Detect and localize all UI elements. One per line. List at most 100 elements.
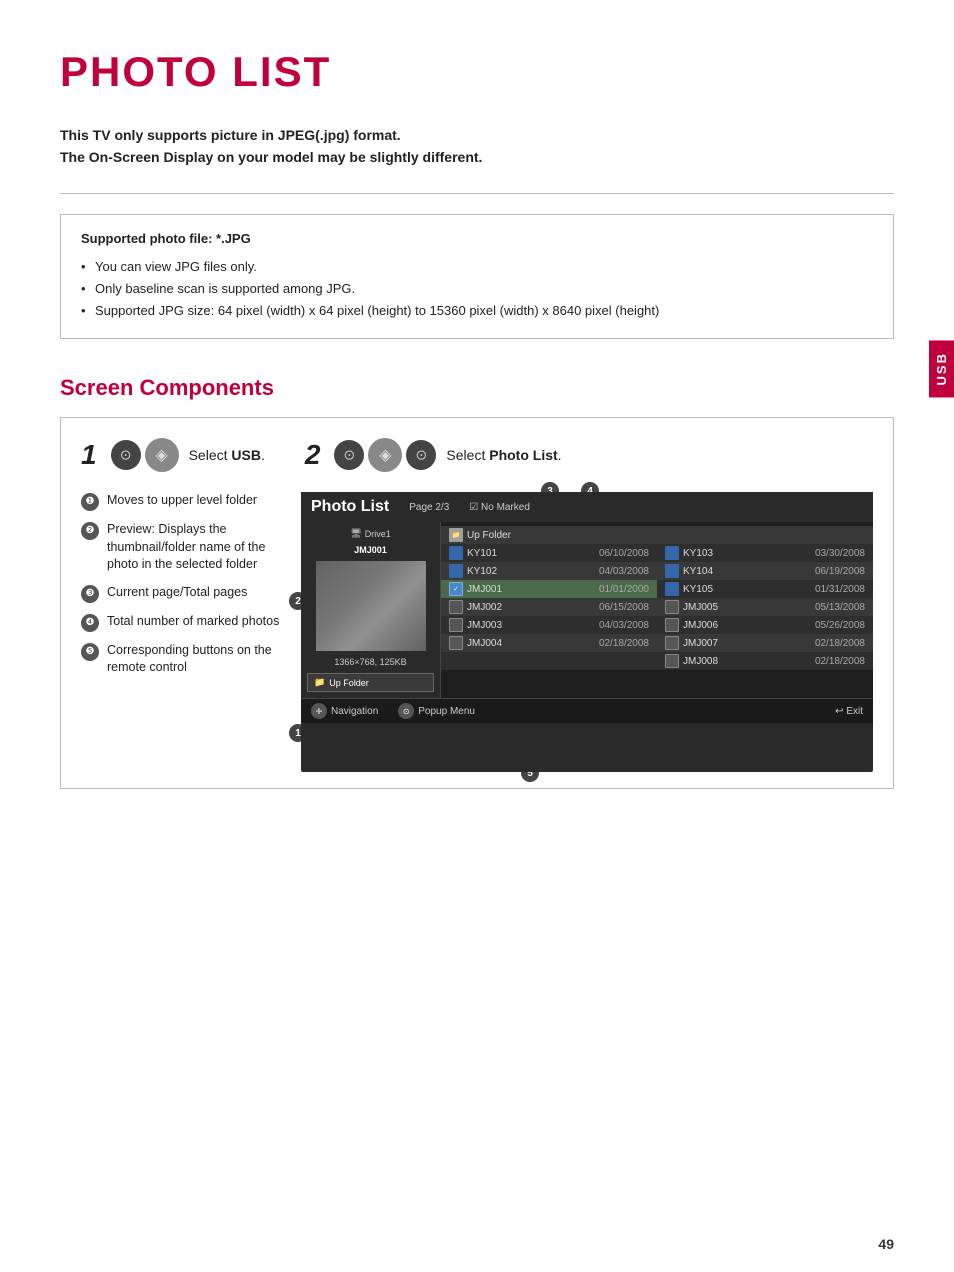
photo-list-header: Photo List Page 2/3 ☑ No Marked: [301, 492, 873, 522]
annotations: ❶ Moves to upper level folder ❷ Preview:…: [81, 492, 281, 772]
info-box-list: You can view JPG files only. Only baseli…: [81, 256, 873, 322]
image-icon-ky101: [449, 546, 463, 560]
date-ky103: 03/30/2008: [815, 548, 865, 559]
annotation-1: ❶ Moves to upper level folder: [81, 492, 281, 511]
file-row-jmj007[interactable]: JMJ007 02/18/2008: [657, 634, 873, 652]
date-jmj004: 02/18/2008: [599, 638, 649, 649]
menu-button[interactable]: [111, 440, 141, 470]
menu-button[interactable]: ⊙ Popup Menu: [398, 703, 475, 719]
date-jmj002: 06/15/2008: [599, 602, 649, 613]
preview-upfolder[interactable]: 📁 Up Folder: [307, 673, 434, 692]
file-row-jmj002[interactable]: JMJ002 06/15/2008: [441, 598, 657, 616]
date-jmj007: 02/18/2008: [815, 638, 865, 649]
file-row-jmj008[interactable]: JMJ008 02/18/2008: [657, 652, 873, 670]
image-icon-ky104: [665, 564, 679, 578]
menu-icon: ⊙: [398, 703, 414, 719]
check-icon-jmj001: ✓: [449, 582, 463, 596]
date-ky102: 04/03/2008: [599, 566, 649, 577]
instructions-row: 1 Select USB. 2 Select Photo List.: [81, 438, 873, 472]
filename-ky103: KY103: [683, 548, 811, 559]
date-ky105: 01/31/2008: [815, 584, 865, 595]
filename-jmj005: JMJ005: [683, 602, 811, 613]
file-list-panel: 📁 Up Folder KY101 06/10/2008: [441, 522, 873, 698]
filename-jmj007: JMJ007: [683, 638, 811, 649]
check-icon-jmj004: [449, 636, 463, 650]
step-2-block: 2 Select Photo List.: [305, 438, 562, 472]
tv-wrapper: 3 4 2 1 5 Photo List Page 2/3 ☑ No Marke…: [301, 492, 873, 772]
info-box: Supported photo file: *.JPG You can view…: [60, 214, 894, 339]
step-2-buttons: [334, 438, 436, 472]
image-icon-ky105: [665, 582, 679, 596]
enter-button-2[interactable]: [406, 440, 436, 470]
step-2-number: 2: [305, 439, 321, 471]
file-row-ky101[interactable]: KY101 06/10/2008: [441, 544, 657, 562]
page-title: PHOTO LIST: [60, 48, 894, 96]
annotation-circle-4: ❹: [81, 614, 99, 632]
preview-info: 1366×768, 125KB: [334, 657, 406, 667]
date-jmj006: 05/26/2008: [815, 620, 865, 631]
file-row-jmj006[interactable]: JMJ006 05/26/2008: [657, 616, 873, 634]
check-icon-jmj003: [449, 618, 463, 632]
photo-list-page: Page 2/3: [409, 502, 449, 513]
drive-info: 🖥 Drive1: [350, 528, 390, 539]
annotation-2: ❷ Preview: Displays the thumbnail/folder…: [81, 521, 281, 574]
file-row-upfolder[interactable]: 📁 Up Folder: [441, 526, 873, 544]
bottom-bar: ✛ Navigation ⊙ Popup Menu ↩ Exit: [301, 698, 873, 723]
check-icon-jmj008: [665, 654, 679, 668]
file-row-ky104[interactable]: KY104 06/19/2008: [657, 562, 873, 580]
filename-ky104: KY104: [683, 566, 811, 577]
annotation-text-3: Current page/Total pages: [107, 584, 247, 602]
step-1-label: Select USB.: [189, 447, 265, 463]
file-row-jmj004[interactable]: JMJ004 02/18/2008: [441, 634, 657, 652]
step-1-number: 1: [81, 439, 97, 471]
file-row-jmj005[interactable]: JMJ005 05/13/2008: [657, 598, 873, 616]
file-row-ky102[interactable]: KY102 04/03/2008: [441, 562, 657, 580]
date-jmj003: 04/03/2008: [599, 620, 649, 631]
subtitle-block: This TV only supports picture in JPEG(.j…: [60, 124, 894, 169]
filename-ky102: KY102: [467, 566, 595, 577]
check-icon-jmj002: [449, 600, 463, 614]
image-icon-ky102: [449, 564, 463, 578]
exit-label: Exit: [846, 706, 863, 717]
file-row-jmj001[interactable]: ✓ JMJ001 01/01/2000: [441, 580, 657, 598]
info-bullet-2: Only baseline scan is supported among JP…: [81, 278, 873, 300]
filename-jmj004: JMJ004: [467, 638, 595, 649]
info-bullet-1: You can view JPG files only.: [81, 256, 873, 278]
file-row-ky105[interactable]: KY105 01/31/2008: [657, 580, 873, 598]
date-jmj008: 02/18/2008: [815, 656, 865, 667]
nav-icon: ✛: [311, 703, 327, 719]
date-jmj005: 05/13/2008: [815, 602, 865, 613]
photo-list-ui: Photo List Page 2/3 ☑ No Marked 🖥 Drive1: [301, 492, 873, 723]
file-row-filler: [441, 652, 657, 670]
info-box-title: Supported photo file: *.JPG: [81, 231, 873, 246]
step-2-label: Select Photo List.: [446, 447, 561, 463]
folder-icon: 📁: [449, 528, 463, 542]
file-row-jmj003[interactable]: JMJ003 04/03/2008: [441, 616, 657, 634]
annotation-circle-1: ❶: [81, 493, 99, 511]
photo-list-title: Photo List: [311, 498, 389, 516]
nav-button-1[interactable]: [145, 438, 179, 472]
enter-button-1[interactable]: [334, 440, 364, 470]
annotation-text-2: Preview: Displays the thumbnail/folder n…: [107, 521, 281, 574]
filename-jmj002: JMJ002: [467, 602, 595, 613]
info-bullet-3: Supported JPG size: 64 pixel (width) x 6…: [81, 300, 873, 322]
date-jmj001: 01/01/2000: [599, 584, 649, 595]
annotation-3: ❸ Current page/Total pages: [81, 584, 281, 603]
filename-jmj006: JMJ006: [683, 620, 811, 631]
filename-jmj003: JMJ003: [467, 620, 595, 631]
photo-list-marked: ☑ No Marked: [469, 502, 530, 513]
screen-box: 1 Select USB. 2 Select Photo List.: [60, 417, 894, 789]
exit-button[interactable]: ↩ Exit: [835, 706, 863, 717]
subtitle-1: This TV only supports picture in JPEG(.j…: [60, 124, 894, 146]
file-row-ky103[interactable]: KY103 03/30/2008: [657, 544, 873, 562]
nav-button-2[interactable]: [368, 438, 402, 472]
subtitle-2: The On-Screen Display on your model may …: [60, 146, 894, 168]
annotation-text-4: Total number of marked photos: [107, 613, 279, 631]
filename-jmj001: JMJ001: [467, 584, 595, 595]
exit-icon: ↩: [835, 706, 843, 717]
date-ky101: 06/10/2008: [599, 548, 649, 559]
check-icon-jmj007: [665, 636, 679, 650]
photo-list-body: 🖥 Drive1 JMJ001 1366×768, 125KB 📁: [301, 522, 873, 698]
tv-screen: Photo List Page 2/3 ☑ No Marked 🖥 Drive1: [301, 492, 873, 772]
preview-image: [316, 561, 426, 651]
